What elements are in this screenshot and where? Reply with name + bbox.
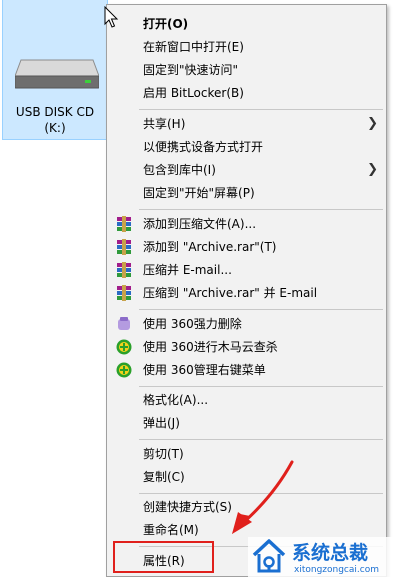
usb-drive-icon bbox=[15, 59, 99, 89]
drive-label: USB DISK CD (K:) bbox=[3, 104, 107, 136]
menu-item-label: 创建快捷方式(S) bbox=[143, 500, 232, 514]
drive-name: USB DISK CD bbox=[15, 105, 95, 119]
annotation-highlight-box bbox=[113, 541, 214, 573]
mouse-cursor-icon bbox=[104, 6, 119, 28]
drive-letter: (K:) bbox=[44, 121, 66, 135]
chevron-right-icon: ❯ bbox=[367, 162, 378, 177]
menu-item-label: 压缩到 "Archive.rar" 并 E-mail bbox=[143, 286, 318, 300]
menu-item-label: 启用 BitLocker(B) bbox=[143, 86, 244, 100]
menu-separator bbox=[139, 109, 383, 110]
menu-item-label: 复制(C) bbox=[143, 470, 185, 484]
menu-item-open-portable[interactable]: 以便携式设备方式打开 bbox=[109, 136, 384, 158]
chevron-right-icon: ❯ bbox=[367, 116, 378, 131]
menu-separator bbox=[139, 209, 383, 210]
menu-item-label: 添加到 "Archive.rar"(T) bbox=[143, 240, 277, 254]
winrar-icon bbox=[117, 216, 131, 232]
menu-item-label: 添加到压缩文件(A)... bbox=[143, 217, 257, 231]
site-watermark-logo: 系统总裁 xitongzongcai.com bbox=[248, 537, 400, 577]
menu-item-label: 共享(H) bbox=[143, 117, 186, 131]
menu-item-label: 打开(O) bbox=[143, 17, 189, 31]
menu-item-format[interactable]: 格式化(A)... bbox=[109, 389, 384, 411]
menu-item-label: 包含到库中(I) bbox=[143, 163, 216, 177]
menu-item-label: 弹出(J) bbox=[143, 416, 180, 430]
usb-drive-item[interactable]: USB DISK CD (K:) bbox=[2, 0, 108, 140]
menu-item-add-archive-rar[interactable]: 添加到 "Archive.rar"(T) bbox=[109, 236, 384, 258]
watermark-title: 系统总裁 bbox=[292, 541, 368, 564]
menu-item-include-library[interactable]: 包含到库中(I) ❯ bbox=[109, 159, 384, 181]
360-guard-icon bbox=[116, 339, 132, 355]
menu-item-360-trojan-scan[interactable]: 使用 360进行木马云查杀 bbox=[109, 336, 384, 358]
360-shred-icon bbox=[118, 317, 130, 330]
menu-item-label: 重命名(M) bbox=[143, 523, 199, 537]
menu-item-share[interactable]: 共享(H) ❯ bbox=[109, 113, 384, 135]
menu-separator bbox=[139, 439, 383, 440]
menu-item-label: 压缩并 E-mail... bbox=[143, 263, 232, 277]
menu-item-bitlocker[interactable]: 启用 BitLocker(B) bbox=[109, 82, 384, 104]
menu-item-open-new-window[interactable]: 在新窗口中打开(E) bbox=[109, 36, 384, 58]
watermark-url: xitongzongcai.com bbox=[294, 565, 379, 575]
menu-separator bbox=[139, 386, 383, 387]
menu-separator bbox=[139, 309, 383, 310]
menu-item-label: 在新窗口中打开(E) bbox=[143, 40, 244, 54]
menu-item-360-shred[interactable]: 使用 360强力删除 bbox=[109, 313, 384, 335]
menu-item-compress-rar-email[interactable]: 压缩到 "Archive.rar" 并 E-mail bbox=[109, 282, 384, 304]
menu-item-label: 格式化(A)... bbox=[143, 393, 209, 407]
menu-item-label: 固定到"开始"屏幕(P) bbox=[143, 186, 255, 200]
menu-item-pin-start[interactable]: 固定到"开始"屏幕(P) bbox=[109, 182, 384, 204]
menu-item-label: 使用 360管理右键菜单 bbox=[143, 363, 266, 377]
menu-item-eject[interactable]: 弹出(J) bbox=[109, 412, 384, 434]
menu-item-open[interactable]: 打开(O) bbox=[109, 13, 384, 35]
winrar-icon bbox=[117, 285, 131, 301]
annotation-arrow-icon bbox=[232, 460, 294, 534]
menu-item-label: 使用 360强力删除 bbox=[143, 317, 242, 331]
menu-item-add-archive[interactable]: 添加到压缩文件(A)... bbox=[109, 213, 384, 235]
menu-item-label: 以便携式设备方式打开 bbox=[143, 140, 264, 154]
winrar-icon bbox=[117, 239, 131, 255]
menu-item-360-manage-menu[interactable]: 使用 360管理右键菜单 bbox=[109, 359, 384, 381]
menu-item-pin-quick-access[interactable]: 固定到"快速访问" bbox=[109, 59, 384, 81]
menu-item-label: 固定到"快速访问" bbox=[143, 63, 239, 77]
menu-item-label: 剪切(T) bbox=[143, 447, 184, 461]
menu-item-compress-email[interactable]: 压缩并 E-mail... bbox=[109, 259, 384, 281]
360-guard-icon bbox=[116, 362, 132, 378]
winrar-icon bbox=[117, 262, 131, 278]
menu-item-label: 使用 360进行木马云查杀 bbox=[143, 340, 278, 354]
